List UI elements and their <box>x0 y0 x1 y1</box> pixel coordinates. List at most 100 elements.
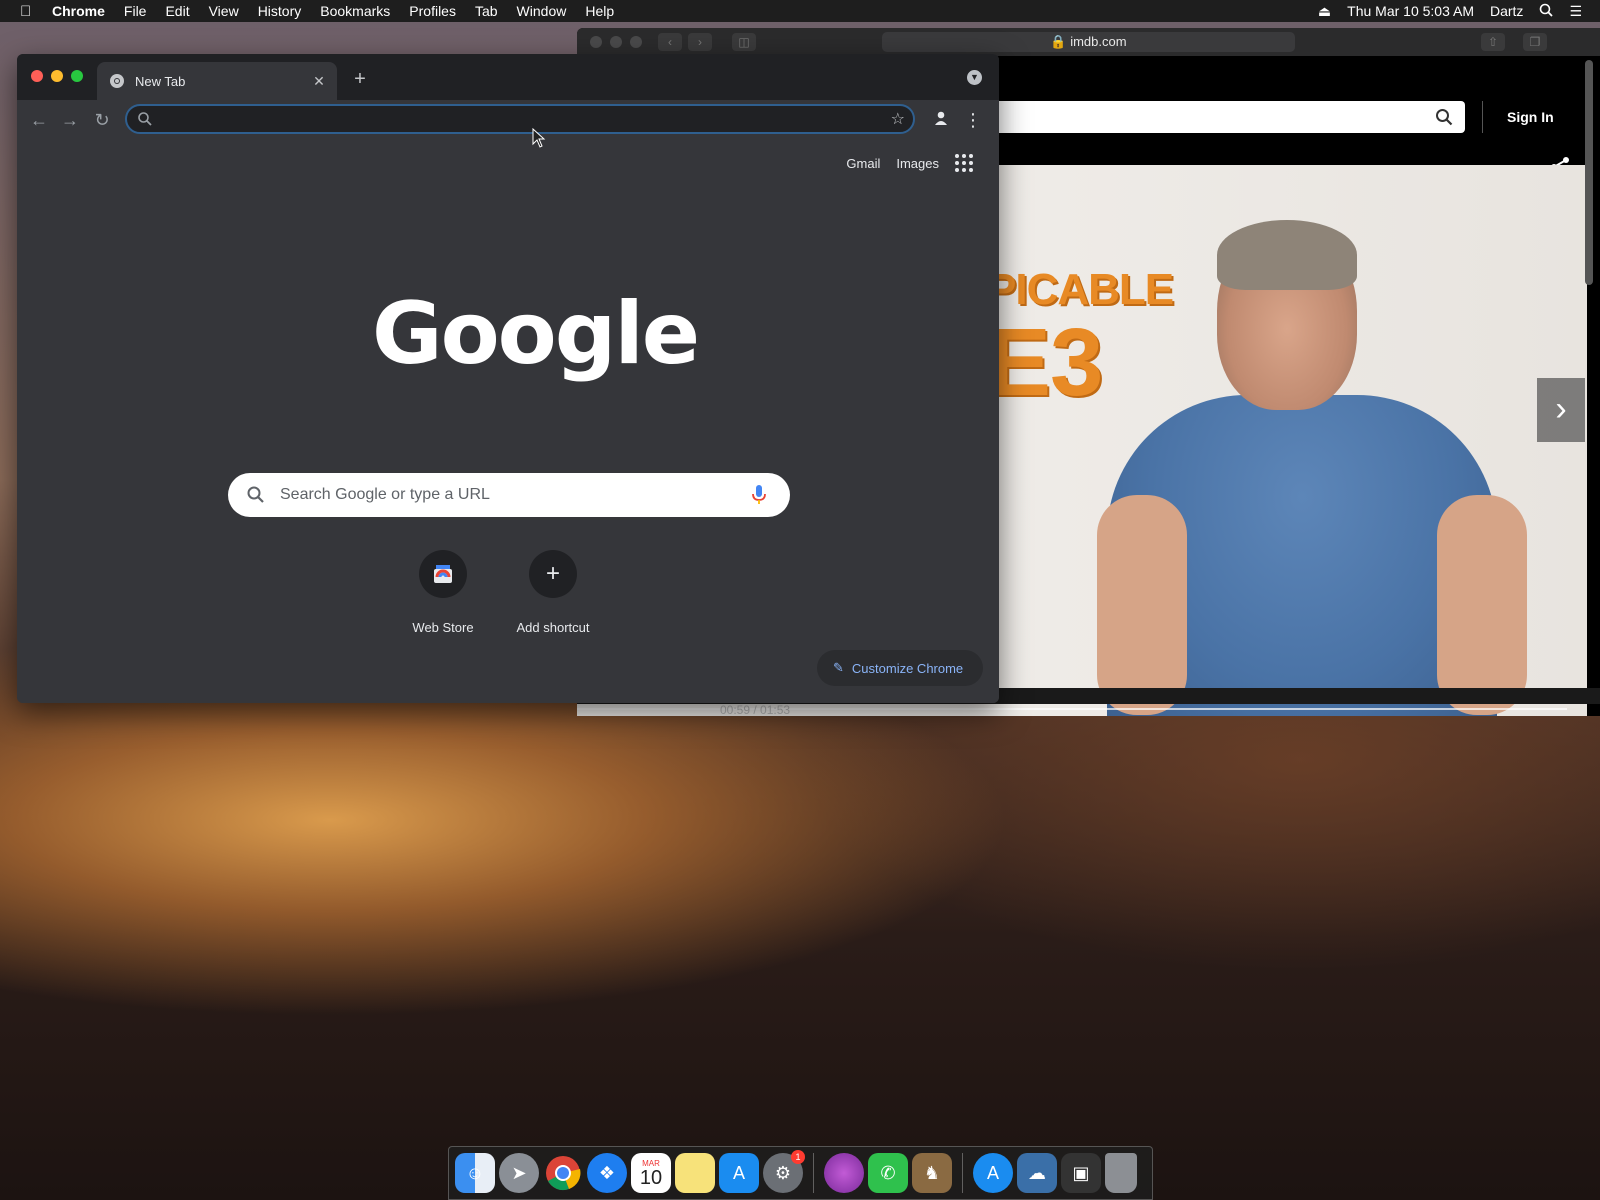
gmail-link[interactable]: Gmail <box>846 156 880 171</box>
trash-icon[interactable] <box>1105 1153 1137 1193</box>
safari-url-bar[interactable]: 🔒 imdb.com <box>882 32 1295 52</box>
safari-dock-icon[interactable]: ❖ <box>587 1153 627 1193</box>
profile-icon[interactable] <box>929 108 953 132</box>
pencil-icon: ✎ <box>833 660 844 675</box>
chrome-titlebar: New Tab ✕ + ▼ <box>17 54 999 100</box>
video-person-arm <box>1437 495 1527 715</box>
safari-scrollbar[interactable] <box>1585 60 1593 285</box>
safari-window-controls <box>590 36 642 48</box>
facetime-icon[interactable]: ✆ <box>868 1153 908 1193</box>
add-shortcut-icon: + <box>529 550 577 598</box>
poster-text: PICABLE E3 <box>987 265 1174 416</box>
video-person-arm <box>1097 495 1187 715</box>
notes-icon[interactable] <box>675 1153 715 1193</box>
notification-badge: 1 <box>791 1150 805 1164</box>
chrome-minimize-button[interactable] <box>51 70 63 82</box>
menu-clock[interactable]: Thu Mar 10 5:03 AM <box>1347 3 1474 19</box>
tab-close-icon[interactable]: ✕ <box>311 73 327 90</box>
menu-bookmarks[interactable]: Bookmarks <box>320 3 390 19</box>
screenshot-folder-icon[interactable]: ▣ <box>1061 1153 1101 1193</box>
video-person-hair <box>1217 220 1357 290</box>
shortcut-web-store[interactable]: Web Store <box>388 550 498 635</box>
menu-help[interactable]: Help <box>585 3 614 19</box>
menu-app-name[interactable]: Chrome <box>52 3 105 19</box>
potion-app-icon[interactable] <box>824 1153 864 1193</box>
launchpad-icon[interactable]: ➤ <box>499 1153 539 1193</box>
menu-extras: ⏏ Thu Mar 10 5:03 AM Dartz ☰ <box>1318 3 1600 20</box>
safari-zoom-button[interactable] <box>630 36 642 48</box>
imdb-sign-in-link[interactable]: Sign In <box>1507 109 1554 125</box>
voice-search-icon[interactable] <box>750 484 768 506</box>
menu-window[interactable]: Window <box>517 3 567 19</box>
menu-file[interactable]: File <box>124 3 147 19</box>
chrome-favicon-icon <box>110 74 124 88</box>
app-store-icon[interactable]: A <box>719 1153 759 1193</box>
chrome-dock-icon[interactable] <box>543 1153 583 1193</box>
safari-minimize-button[interactable] <box>610 36 622 48</box>
menu-user[interactable]: Dartz <box>1490 3 1523 19</box>
menu-bar:  Chrome File Edit View History Bookmark… <box>0 0 1600 22</box>
menu-profiles[interactable]: Profiles <box>409 3 456 19</box>
notification-center-icon[interactable]: ☰ <box>1569 3 1582 20</box>
apple-menu-icon[interactable]:  <box>20 3 38 20</box>
dock-separator <box>813 1153 814 1193</box>
menu-history[interactable]: History <box>258 3 302 19</box>
calendar-icon[interactable]: MAR 10 <box>631 1153 671 1193</box>
ntp-search-box[interactable]: Search Google or type a URL <box>228 473 790 517</box>
images-link[interactable]: Images <box>896 156 939 171</box>
eject-icon[interactable]: ⏏ <box>1318 3 1331 20</box>
chrome-toolbar: ← → ↻ ☆ ⋮ <box>17 100 999 140</box>
omnibox-input[interactable] <box>161 109 861 129</box>
chrome-menu-icon[interactable]: ⋮ <box>961 108 985 132</box>
chrome-close-button[interactable] <box>31 70 43 82</box>
mouse-cursor-icon <box>532 128 546 148</box>
web-store-icon <box>419 550 467 598</box>
reload-icon[interactable]: ↻ <box>90 108 114 132</box>
chess-icon[interactable]: ♞ <box>912 1153 952 1193</box>
customize-chrome-label: Customize Chrome <box>851 660 964 676</box>
shortcut-label: Web Store <box>412 620 474 635</box>
omnibox[interactable]: ☆ <box>125 104 915 134</box>
tab-search-icon[interactable]: ▼ <box>967 70 982 85</box>
documents-folder-icon[interactable]: ☁ <box>1017 1153 1057 1193</box>
lock-icon: 🔒 <box>1050 34 1067 49</box>
new-tab-button[interactable]: + <box>347 66 373 92</box>
chrome-window[interactable]: New Tab ✕ + ▼ ← → ↻ ☆ ⋮ Gmail Images Goo… <box>17 54 999 703</box>
safari-back-icon[interactable]: ‹ <box>658 33 682 51</box>
new-tab-page: Gmail Images Google Search Google or typ… <box>17 140 999 703</box>
customize-chrome-button[interactable]: ✎ Customize Chrome <box>817 650 983 686</box>
bookmark-star-icon[interactable]: ☆ <box>891 109 905 129</box>
tab-title: New Tab <box>135 73 186 89</box>
omnibox-search-icon <box>138 112 152 126</box>
spotlight-icon[interactable] <box>1539 3 1554 20</box>
system-preferences-icon[interactable]: ⚙ 1 <box>763 1150 805 1193</box>
back-icon[interactable]: ← <box>27 108 51 132</box>
forward-icon[interactable]: → <box>58 108 82 132</box>
safari-close-button[interactable] <box>590 36 602 48</box>
imdb-header-divider <box>1482 101 1483 133</box>
menu-edit[interactable]: Edit <box>165 3 189 19</box>
ntp-search-icon <box>247 486 264 503</box>
google-apps-icon[interactable] <box>955 154 973 172</box>
tab-new-tab[interactable]: New Tab ✕ <box>97 62 337 100</box>
dock: ☺ ➤ ❖ MAR 10 A ⚙ 1 ✆ ♞ A ☁ ▣ <box>448 1146 1153 1200</box>
imdb-search-icon[interactable] <box>1435 108 1453 126</box>
menu-tab[interactable]: Tab <box>475 3 498 19</box>
app-store-folder-icon[interactable]: A <box>973 1153 1013 1193</box>
finder-icon[interactable]: ☺ <box>455 1153 495 1193</box>
safari-toolbar: ‹ › ◫ 🔒 imdb.com ⇧ ❐ <box>577 28 1600 56</box>
safari-forward-icon[interactable]: › <box>688 33 712 51</box>
safari-url-text: imdb.com <box>1070 34 1127 49</box>
chrome-zoom-button[interactable] <box>71 70 83 82</box>
safari-sidebar-icon[interactable]: ◫ <box>732 33 756 51</box>
dock-separator <box>962 1153 963 1193</box>
video-next-button[interactable]: › <box>1537 378 1585 442</box>
imdb-search-input[interactable] <box>967 101 1465 133</box>
chrome-window-controls <box>31 70 83 82</box>
menu-view[interactable]: View <box>209 3 239 19</box>
shortcut-add[interactable]: + Add shortcut <box>498 550 608 635</box>
shortcut-label: Add shortcut <box>516 620 590 635</box>
ntp-top-links: Gmail Images <box>846 154 973 172</box>
safari-tabs-icon[interactable]: ❐ <box>1523 33 1547 51</box>
safari-share-icon[interactable]: ⇧ <box>1481 33 1505 51</box>
